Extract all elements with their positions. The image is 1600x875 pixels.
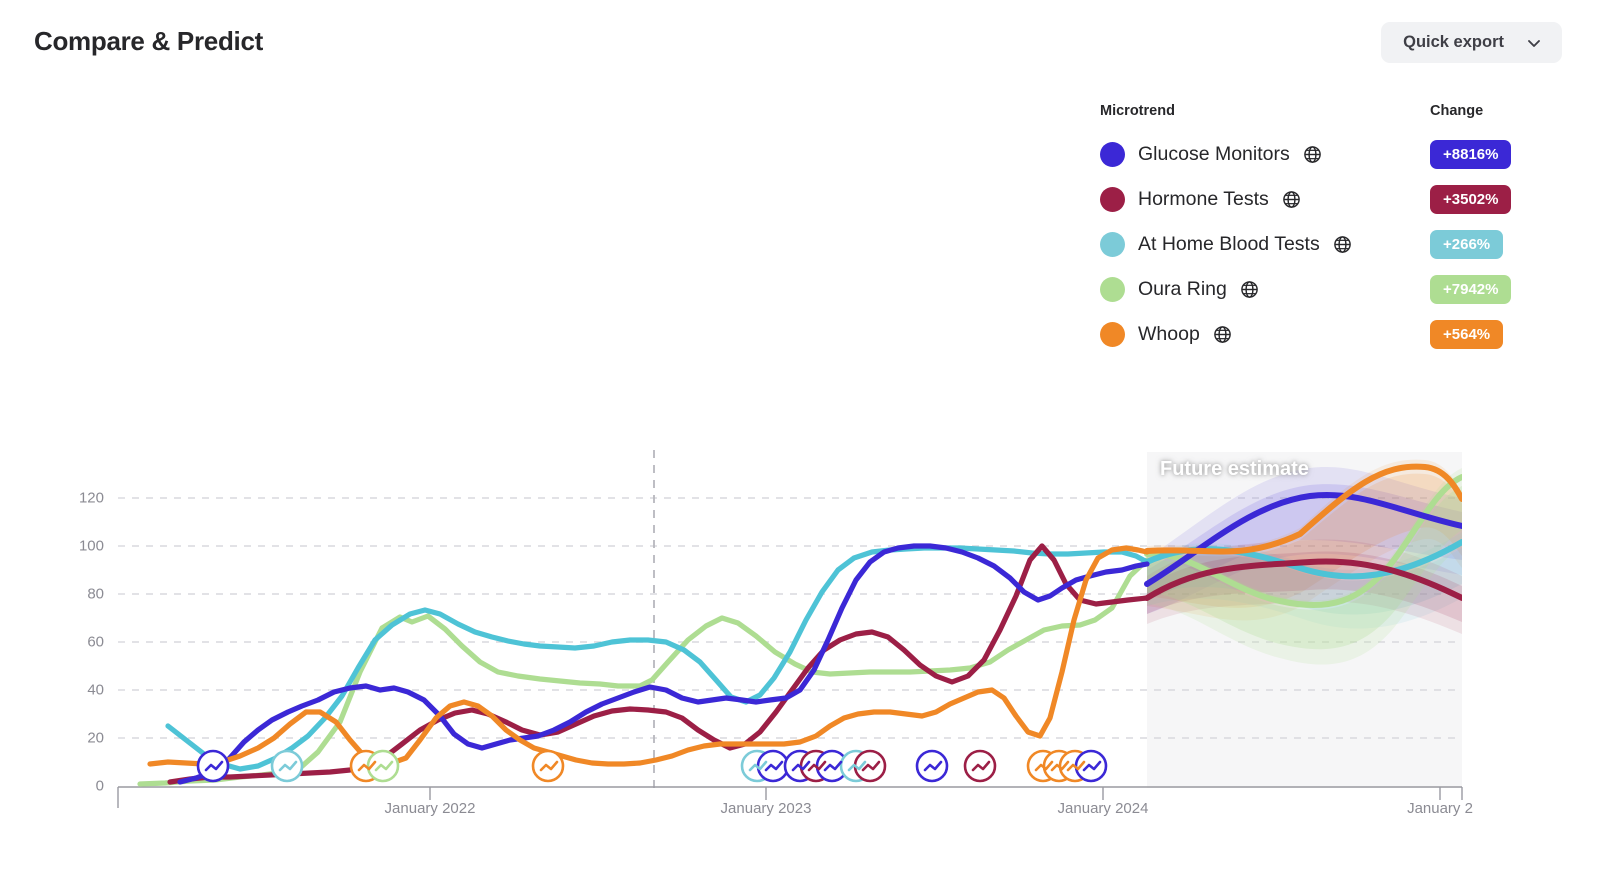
event-markers[interactable] — [196, 749, 1108, 783]
y-tick: 60 — [87, 633, 104, 651]
x-tick: January 2024 — [1057, 800, 1149, 817]
legend-color-swatch — [1100, 142, 1125, 167]
series-line-at-home-blood-tests — [165, 545, 1150, 772]
y-tick: 0 — [95, 777, 104, 795]
x-tick: January 2022 — [384, 800, 476, 817]
page-title: Compare & Predict — [34, 26, 263, 56]
y-tick: 100 — [78, 537, 104, 555]
future-estimate-label: Future estimate — [1160, 458, 1309, 480]
legend-item-label: Oura Ring — [1138, 278, 1227, 300]
legend-col-microtrend: Microtrend — [1100, 103, 1175, 119]
globe-icon[interactable] — [1227, 280, 1259, 299]
globe-icon[interactable] — [1320, 235, 1352, 254]
legend-row[interactable]: Hormone Tests +3502% — [1100, 177, 1570, 222]
y-tick: 40 — [87, 681, 104, 699]
change-badge: +8816% — [1430, 140, 1512, 169]
legend-header: Microtrend Change — [1100, 103, 1570, 119]
y-tick: 80 — [87, 585, 104, 603]
globe-icon[interactable] — [1269, 190, 1301, 209]
legend-color-swatch — [1100, 232, 1125, 257]
legend-item-label: Whoop — [1138, 323, 1200, 345]
series-line-hormone-tests — [167, 543, 1150, 785]
legend-item-label: Glucose Monitors — [1138, 143, 1290, 165]
quick-export-button[interactable]: Quick export — [1381, 22, 1562, 63]
globe-icon[interactable] — [1200, 325, 1232, 344]
globe-icon[interactable] — [1290, 145, 1322, 164]
change-badge: +266% — [1430, 230, 1504, 259]
y-tick: 120 — [78, 489, 104, 507]
legend-item-label: At Home Blood Tests — [1138, 233, 1320, 255]
legend-color-swatch — [1100, 277, 1125, 302]
x-tick: January 2023 — [720, 800, 812, 817]
chevron-down-icon — [1526, 35, 1542, 51]
change-badge: +3502% — [1430, 185, 1512, 214]
legend-row[interactable]: Oura Ring +7942% — [1100, 267, 1570, 312]
change-badge: +564% — [1430, 320, 1504, 349]
quick-export-label: Quick export — [1403, 33, 1504, 51]
legend: Microtrend Change Glucose Monitors +8816… — [1100, 103, 1570, 357]
legend-row[interactable]: Whoop +564% — [1100, 312, 1570, 357]
legend-item-label: Hormone Tests — [1138, 188, 1269, 210]
legend-row[interactable]: At Home Blood Tests +266% — [1100, 222, 1570, 267]
x-tick: January 2 — [1407, 800, 1473, 817]
legend-color-swatch — [1100, 187, 1125, 212]
legend-col-change: Change — [1430, 103, 1484, 119]
change-badge: +7942% — [1430, 275, 1512, 304]
legend-row[interactable]: Glucose Monitors +8816% — [1100, 132, 1570, 177]
legend-color-swatch — [1100, 322, 1125, 347]
y-tick: 20 — [87, 729, 104, 747]
